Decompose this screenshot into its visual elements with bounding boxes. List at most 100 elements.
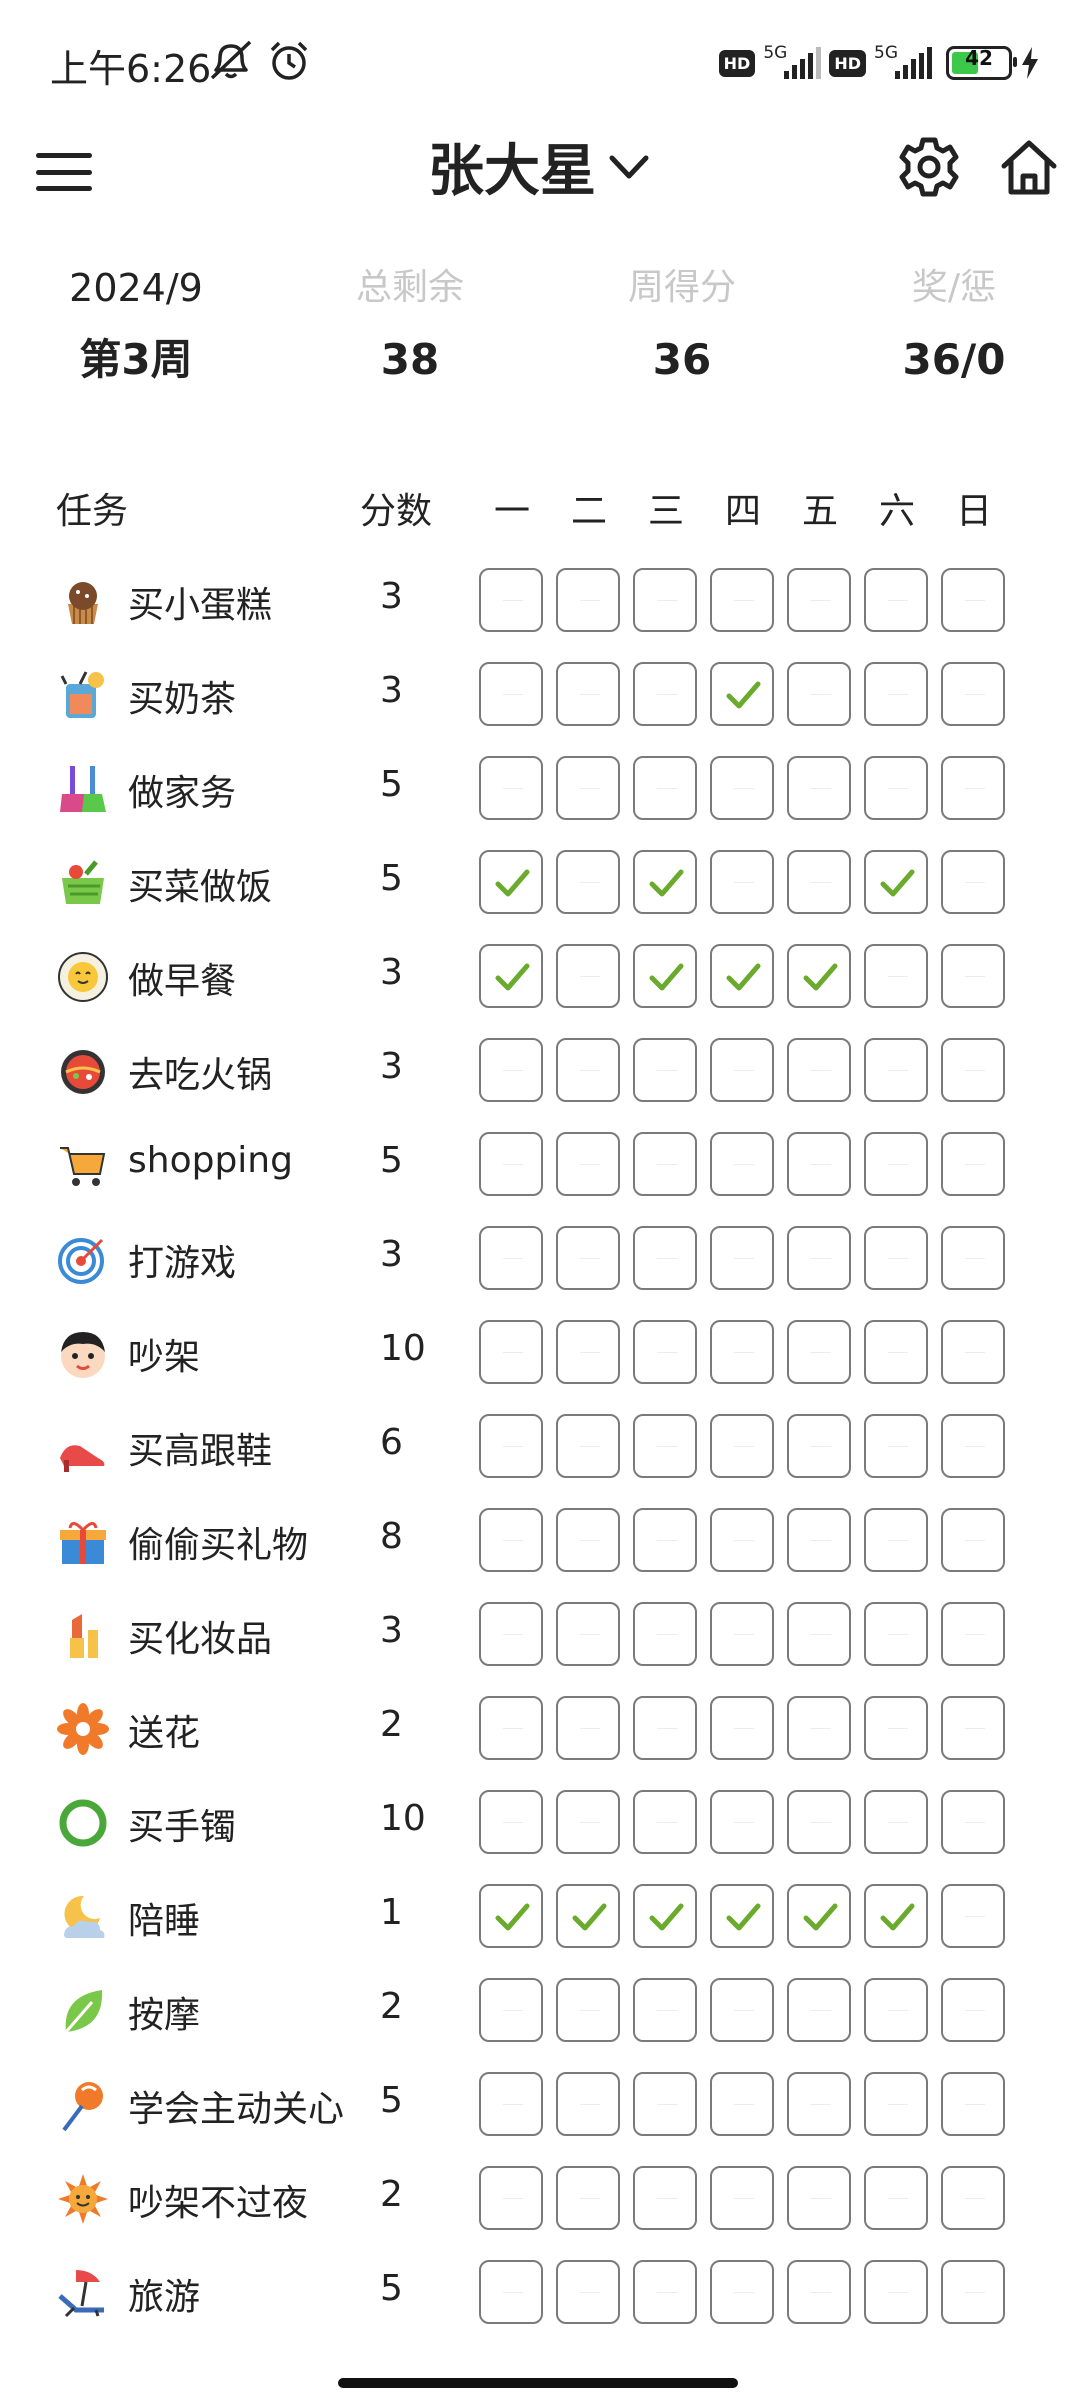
task-name[interactable]: 买化妆品: [128, 1610, 272, 1662]
home-icon[interactable]: [996, 134, 1062, 200]
day-checkbox[interactable]: [710, 850, 774, 914]
day-checkbox[interactable]: [787, 756, 851, 820]
day-checkbox[interactable]: [479, 1602, 543, 1666]
day-checkbox[interactable]: [787, 2260, 851, 2324]
day-checkbox[interactable]: [556, 662, 620, 726]
day-checkbox[interactable]: [710, 1414, 774, 1478]
day-checkbox[interactable]: [633, 1320, 697, 1384]
day-checkbox[interactable]: [556, 1696, 620, 1760]
day-checkbox-checked[interactable]: [633, 944, 697, 1008]
day-checkbox-checked[interactable]: [633, 850, 697, 914]
day-checkbox[interactable]: [941, 2260, 1005, 2324]
day-checkbox[interactable]: [941, 2166, 1005, 2230]
day-checkbox[interactable]: [633, 756, 697, 820]
day-checkbox[interactable]: [864, 662, 928, 726]
day-checkbox[interactable]: [864, 1320, 928, 1384]
day-checkbox[interactable]: [787, 1696, 851, 1760]
day-checkbox[interactable]: [479, 1132, 543, 1196]
day-checkbox[interactable]: [556, 1978, 620, 2042]
day-checkbox[interactable]: [710, 1132, 774, 1196]
day-checkbox[interactable]: [864, 2260, 928, 2324]
day-checkbox[interactable]: [941, 944, 1005, 1008]
task-name[interactable]: 旅游: [128, 2268, 200, 2320]
day-checkbox-checked[interactable]: [479, 944, 543, 1008]
task-name[interactable]: 陪睡: [128, 1892, 200, 1944]
day-checkbox[interactable]: [556, 2260, 620, 2324]
day-checkbox[interactable]: [864, 1978, 928, 2042]
day-checkbox[interactable]: [787, 1602, 851, 1666]
day-checkbox[interactable]: [941, 1790, 1005, 1854]
day-checkbox[interactable]: [556, 944, 620, 1008]
task-name[interactable]: 吵架不过夜: [128, 2174, 308, 2226]
day-checkbox[interactable]: [479, 1414, 543, 1478]
day-checkbox[interactable]: [633, 1038, 697, 1102]
day-checkbox[interactable]: [864, 944, 928, 1008]
day-checkbox[interactable]: [864, 2166, 928, 2230]
day-checkbox[interactable]: [941, 568, 1005, 632]
day-checkbox[interactable]: [941, 1414, 1005, 1478]
day-checkbox[interactable]: [556, 756, 620, 820]
day-checkbox[interactable]: [941, 850, 1005, 914]
day-checkbox[interactable]: [941, 1508, 1005, 1572]
day-checkbox[interactable]: [479, 568, 543, 632]
day-checkbox[interactable]: [479, 1226, 543, 1290]
day-checkbox[interactable]: [864, 568, 928, 632]
day-checkbox[interactable]: [710, 1790, 774, 1854]
task-name[interactable]: 买手镯: [128, 1798, 236, 1850]
task-name[interactable]: 买小蛋糕: [128, 576, 272, 628]
day-checkbox[interactable]: [710, 2166, 774, 2230]
day-checkbox[interactable]: [864, 1226, 928, 1290]
day-checkbox[interactable]: [941, 1696, 1005, 1760]
day-checkbox-checked[interactable]: [710, 662, 774, 726]
day-checkbox[interactable]: [633, 1602, 697, 1666]
day-checkbox[interactable]: [787, 2166, 851, 2230]
day-checkbox[interactable]: [479, 2072, 543, 2136]
day-checkbox[interactable]: [633, 1790, 697, 1854]
task-name[interactable]: 做家务: [128, 764, 236, 816]
task-name[interactable]: 偷偷买礼物: [128, 1516, 308, 1568]
day-checkbox-checked[interactable]: [787, 1884, 851, 1948]
gear-icon[interactable]: [896, 134, 962, 200]
day-checkbox[interactable]: [787, 1508, 851, 1572]
day-checkbox[interactable]: [479, 1508, 543, 1572]
day-checkbox[interactable]: [479, 1978, 543, 2042]
day-checkbox-checked[interactable]: [864, 850, 928, 914]
day-checkbox[interactable]: [864, 1508, 928, 1572]
day-checkbox[interactable]: [787, 2072, 851, 2136]
day-checkbox[interactable]: [479, 1038, 543, 1102]
day-checkbox[interactable]: [941, 1132, 1005, 1196]
day-checkbox[interactable]: [787, 1790, 851, 1854]
day-checkbox[interactable]: [556, 850, 620, 914]
task-name[interactable]: 按摩: [128, 1986, 200, 2038]
task-name[interactable]: 送花: [128, 1704, 200, 1756]
day-checkbox[interactable]: [787, 662, 851, 726]
day-checkbox[interactable]: [556, 1790, 620, 1854]
week-selector[interactable]: 2024/9 第3周: [26, 260, 246, 400]
day-checkbox[interactable]: [633, 1696, 697, 1760]
day-checkbox[interactable]: [479, 662, 543, 726]
day-checkbox[interactable]: [479, 1696, 543, 1760]
day-checkbox[interactable]: [864, 2072, 928, 2136]
day-checkbox[interactable]: [556, 1508, 620, 1572]
day-checkbox[interactable]: [479, 756, 543, 820]
day-checkbox[interactable]: [864, 1414, 928, 1478]
day-checkbox[interactable]: [710, 1038, 774, 1102]
day-checkbox[interactable]: [864, 1602, 928, 1666]
day-checkbox[interactable]: [941, 1884, 1005, 1948]
day-checkbox[interactable]: [787, 1038, 851, 1102]
gesture-bar[interactable]: [338, 2378, 738, 2388]
day-checkbox[interactable]: [941, 1320, 1005, 1384]
day-checkbox[interactable]: [710, 1508, 774, 1572]
day-checkbox[interactable]: [710, 1320, 774, 1384]
day-checkbox[interactable]: [633, 2072, 697, 2136]
day-checkbox[interactable]: [941, 1038, 1005, 1102]
day-checkbox[interactable]: [633, 1508, 697, 1572]
day-checkbox-checked[interactable]: [556, 1884, 620, 1948]
day-checkbox-checked[interactable]: [710, 944, 774, 1008]
day-checkbox[interactable]: [633, 1414, 697, 1478]
day-checkbox[interactable]: [864, 1696, 928, 1760]
day-checkbox[interactable]: [787, 1978, 851, 2042]
day-checkbox[interactable]: [864, 756, 928, 820]
task-name[interactable]: 学会主动关心: [128, 2080, 344, 2132]
day-checkbox[interactable]: [556, 568, 620, 632]
